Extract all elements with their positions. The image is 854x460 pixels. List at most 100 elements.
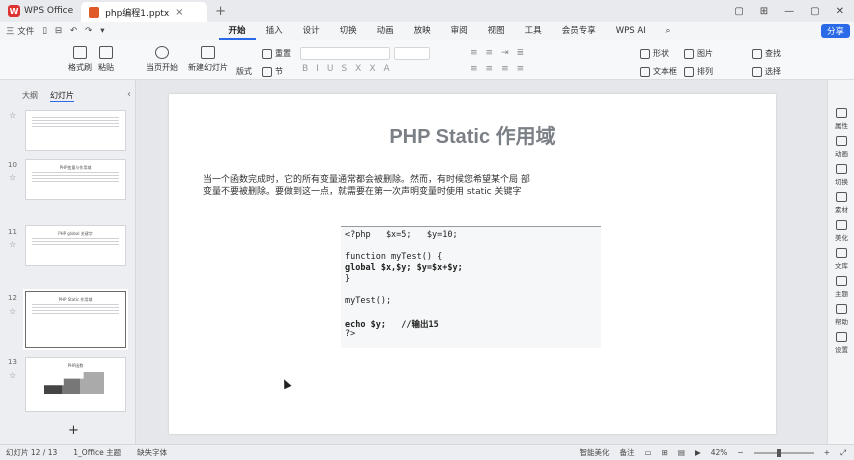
save-icon[interactable]: ▯ xyxy=(42,26,47,36)
zoom-out-icon[interactable]: − xyxy=(737,448,743,457)
star-icon: ☆ xyxy=(9,111,17,120)
sorter-view-icon[interactable]: ⊞ xyxy=(662,448,668,457)
align-left-icon[interactable]: ≡ xyxy=(470,64,478,74)
sidebar-label: 素材 xyxy=(835,206,848,214)
close-tab-icon[interactable]: × xyxy=(175,7,183,18)
sidebar-item-assets[interactable]: 素材 xyxy=(828,192,854,214)
italic-icon[interactable]: I xyxy=(316,64,319,74)
minimize-button[interactable]: — xyxy=(784,6,794,17)
number-list-icon[interactable]: ≡ xyxy=(486,48,494,58)
slide-counter: 幻灯片 12 / 13 xyxy=(6,448,58,457)
zoom-in-icon[interactable]: + xyxy=(824,448,830,457)
bold-icon[interactable]: B xyxy=(302,64,308,74)
tab-member[interactable]: 会员专享 xyxy=(552,22,606,40)
slide-title[interactable]: PHP Static 作用域 xyxy=(169,120,776,149)
theme-name[interactable]: 1_Office 主题 xyxy=(73,447,121,458)
slide-thumbnail[interactable] xyxy=(25,110,126,151)
undo-icon[interactable]: ↶ xyxy=(70,26,77,36)
tab-transitions[interactable]: 切换 xyxy=(330,22,367,40)
tab-wps-ai[interactable]: WPS AI xyxy=(606,22,656,40)
tab-home[interactable]: 开始 xyxy=(218,22,256,40)
section-button[interactable]: 节 xyxy=(262,66,283,77)
reading-view-icon[interactable]: ▤ xyxy=(678,448,685,457)
current-slide[interactable]: PHP Static 作用域 当一个函数完成时，它的所有变量通常都会被删除。然而… xyxy=(169,94,776,434)
subscript-icon[interactable]: X xyxy=(369,64,375,74)
slide-number: 10 xyxy=(8,161,17,169)
image-button[interactable]: 图片 xyxy=(684,48,713,59)
sidebar-item-properties[interactable]: 属性 xyxy=(828,108,854,130)
font-color-icon[interactable]: A xyxy=(384,64,390,74)
sidebar-item-theme[interactable]: 主题 xyxy=(828,276,854,298)
missing-font-button[interactable]: 缺失字体 xyxy=(137,447,167,458)
tab-design[interactable]: 设计 xyxy=(293,22,330,40)
apps-grid-icon[interactable]: ⊞ xyxy=(760,6,768,17)
sidebar-item-settings[interactable]: 设置 xyxy=(828,332,854,354)
print-icon[interactable]: ⊟ xyxy=(55,26,62,36)
normal-view-icon[interactable]: ▭ xyxy=(644,448,651,457)
tab-animations[interactable]: 动画 xyxy=(367,22,404,40)
sidebar-item-help[interactable]: 帮助 xyxy=(828,304,854,326)
maximize-button[interactable]: ▢ xyxy=(810,6,819,17)
textbox-button[interactable]: 文本框 xyxy=(640,66,677,77)
sidebar-item-beautify[interactable]: 美化 xyxy=(828,220,854,242)
tab-view[interactable]: 视图 xyxy=(478,22,515,40)
line-spacing-icon[interactable]: ≣ xyxy=(517,48,525,58)
find-button[interactable]: 查找 xyxy=(752,48,781,59)
reset-icon xyxy=(262,48,272,59)
slide-thumbnail[interactable]: PHP变量与作用域 xyxy=(25,159,126,200)
justify-icon[interactable]: ≡ xyxy=(517,64,525,74)
tab-outline[interactable]: 大纲 xyxy=(22,90,38,102)
align-center-icon[interactable]: ≡ xyxy=(486,64,494,74)
notes-button[interactable]: 备注 xyxy=(619,447,634,458)
slide-thumbnail[interactable]: PHP global 关键字 xyxy=(25,225,126,266)
smart-beautify-button[interactable]: 智能美化 xyxy=(579,447,609,458)
slide-thumbnail[interactable]: PHP函数 xyxy=(25,357,126,412)
bullet-list-icon[interactable]: ≡ xyxy=(470,48,478,58)
slideshow-play-icon[interactable]: ▶ xyxy=(695,448,701,457)
new-slide-button[interactable]: 新建幻灯片 xyxy=(188,46,228,73)
sidebar-item-transition[interactable]: 切换 xyxy=(828,164,854,186)
font-name-select[interactable] xyxy=(300,47,390,60)
sidebar-item-animation[interactable]: 动画 xyxy=(828,136,854,158)
underline-icon[interactable]: U xyxy=(327,64,334,74)
tab-slideshow[interactable]: 放映 xyxy=(404,22,441,40)
paste-button[interactable]: 粘贴 xyxy=(98,46,114,73)
tab-insert[interactable]: 插入 xyxy=(256,22,293,40)
tab-slides[interactable]: 幻灯片 xyxy=(50,90,74,102)
arrange-button[interactable]: 排列 xyxy=(684,66,713,77)
fit-window-icon[interactable]: ⤢ xyxy=(840,448,846,458)
document-tab[interactable]: php编程1.pptx × xyxy=(81,2,208,22)
strikethrough-icon[interactable]: S xyxy=(341,64,347,74)
layout-button[interactable]: 版式 xyxy=(236,66,252,77)
new-tab-button[interactable]: + xyxy=(207,4,234,19)
superscript-icon[interactable]: X xyxy=(355,64,361,74)
collapse-panel-icon[interactable]: ‹ xyxy=(127,89,131,100)
chevron-down-icon[interactable]: ▾ xyxy=(100,26,104,36)
sidebar-item-library[interactable]: 文库 xyxy=(828,248,854,270)
slide-thumbnail-selected[interactable]: PHP Static 作用域 xyxy=(23,289,128,350)
font-size-select[interactable] xyxy=(394,47,430,60)
share-button[interactable]: 分享 xyxy=(820,24,850,38)
align-right-icon[interactable]: ≡ xyxy=(501,64,509,74)
format-painter-button[interactable]: 格式刷 xyxy=(68,46,92,73)
slide-body-text[interactable]: 当一个函数完成时，它的所有变量通常都会被删除。然而，有时候您希望某个局 部 变量… xyxy=(203,174,563,198)
indent-icon[interactable]: ⇥ xyxy=(501,48,509,58)
reset-button[interactable]: 重置 xyxy=(262,48,291,59)
play-from-current-button[interactable]: 当页开始 xyxy=(146,46,178,73)
slide-canvas[interactable]: PHP Static 作用域 当一个函数完成时，它的所有变量通常都会被删除。然而… xyxy=(137,80,827,444)
search-icon[interactable]: ⌕ xyxy=(656,22,681,40)
wps-home-tab[interactable]: W WPS Office xyxy=(0,0,81,22)
code-block[interactable]: <?php $x=5; $y=10; function myTest() { g… xyxy=(341,226,601,348)
tab-tools[interactable]: 工具 xyxy=(515,22,552,40)
tab-review[interactable]: 审阅 xyxy=(441,22,478,40)
shape-button[interactable]: 形状 xyxy=(640,48,669,59)
close-window-button[interactable]: ✕ xyxy=(836,6,844,17)
select-button[interactable]: 选择 xyxy=(752,66,781,77)
window-layout-icon[interactable]: ▢ xyxy=(734,6,743,17)
file-menu[interactable]: 三 文件 xyxy=(6,25,34,37)
add-slide-button[interactable]: + xyxy=(68,423,79,438)
paragraph-row: ≡ ≡ ⇥ ≣ xyxy=(470,48,524,58)
zoom-slider[interactable] xyxy=(753,448,814,457)
zoom-slider-handle[interactable] xyxy=(777,448,782,457)
redo-icon[interactable]: ↷ xyxy=(85,26,92,36)
